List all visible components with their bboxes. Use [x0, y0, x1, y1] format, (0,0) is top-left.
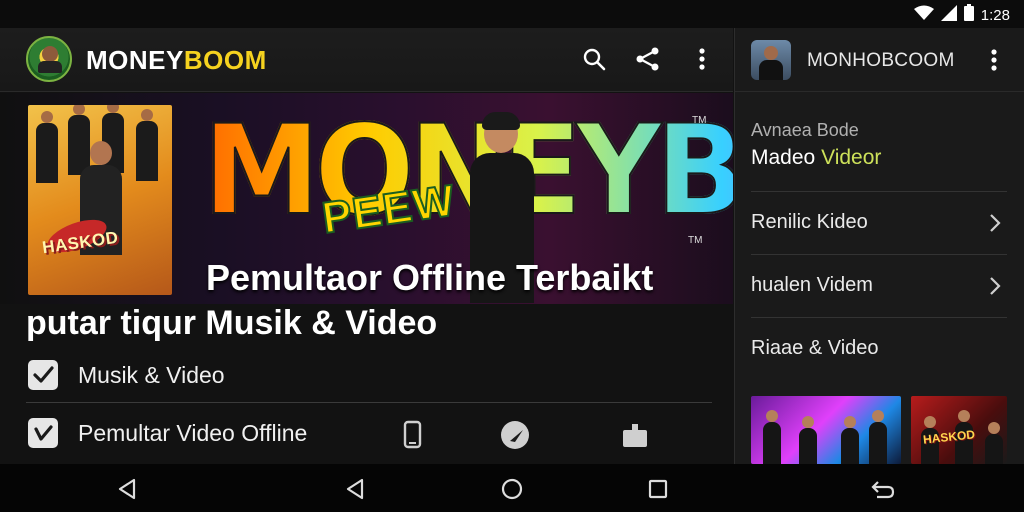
trademark-mark: TM [688, 235, 703, 246]
share-icon [636, 47, 659, 71]
feature-label: Musik & Video [78, 362, 225, 388]
app-bar: MONEYBOOM [0, 28, 733, 92]
chevron-right-icon [990, 277, 1001, 295]
video-thumbnail[interactable] [751, 396, 901, 464]
download-icon[interactable] [618, 418, 652, 452]
feature-label: Pemultar Video Offline [78, 420, 308, 446]
avatar[interactable] [751, 40, 791, 80]
side-panel-subtitle: Avnaea Bode [751, 120, 859, 140]
recents-square-icon [648, 479, 668, 499]
share-button[interactable] [631, 42, 665, 76]
divider [751, 191, 1007, 192]
side-menu-item-3[interactable]: Riaae & Video [735, 319, 1024, 379]
trademark-mark: TM [692, 115, 707, 126]
headline-line2: putar tiqur Musik & Video [26, 304, 438, 342]
side-panel-title: MONHOBCOOM [807, 50, 955, 71]
divider [751, 254, 1007, 255]
battery-icon [963, 4, 974, 26]
checkmark-icon [28, 360, 58, 390]
back-button[interactable] [112, 474, 142, 504]
app-title-part2: BOOM [183, 45, 267, 75]
side-menu-item-1[interactable]: Renilic Kideo [735, 193, 1024, 253]
divider [751, 317, 1007, 318]
side-heading-part2: Videor [821, 146, 882, 169]
status-time: 1:28 [980, 6, 1010, 24]
back-button-secondary[interactable] [340, 474, 370, 504]
return-arrow-icon [871, 481, 895, 499]
feature-item-music-video[interactable]: Musik & Video [26, 348, 712, 400]
side-menu-label: Renilic Kideo [751, 211, 868, 233]
app-logo [26, 36, 72, 82]
home-button[interactable] [497, 474, 527, 504]
chevron-right-icon [990, 214, 1001, 232]
navigation-bar [0, 464, 1024, 512]
side-heading-part1: Madeo [751, 146, 816, 169]
side-panel-heading: Madeo Videor [751, 146, 881, 170]
app-title: MONEYBOOM [86, 45, 267, 76]
video-thumbnail[interactable]: HASKOD [911, 396, 1007, 464]
status-bar: 1:28 [0, 0, 1024, 28]
back-triangle-icon [118, 478, 136, 500]
play-circle-icon[interactable] [498, 418, 532, 452]
side-menu-label: hualen Videm [751, 274, 873, 296]
headline-line1: Pemultaor Offline Terbaikt [206, 257, 654, 298]
home-circle-icon [501, 478, 523, 500]
divider [26, 402, 712, 403]
phone-icon[interactable] [396, 418, 430, 452]
album-poster[interactable]: HASKOD [28, 105, 172, 295]
side-menu-label: Riaae & Video [751, 337, 879, 359]
recents-button[interactable] [643, 474, 673, 504]
app-title-part1: MONEY [86, 45, 184, 75]
more-vert-icon [991, 49, 997, 71]
side-panel: MONHOBCOOM Avnaea Bode Madeo Videor Reni… [734, 28, 1024, 464]
more-options-button[interactable] [685, 42, 719, 76]
side-more-options-button[interactable] [977, 43, 1011, 77]
checkmark-icon [28, 418, 58, 448]
back-triangle-icon [346, 478, 364, 500]
wifi-icon [913, 5, 934, 26]
return-button[interactable] [868, 474, 898, 504]
signal-icon [940, 4, 957, 26]
more-vert-icon [699, 48, 705, 70]
side-panel-header: MONHOBCOOM [735, 28, 1024, 92]
search-button[interactable] [577, 42, 611, 76]
search-icon [583, 48, 606, 71]
side-menu-item-2[interactable]: hualen Videm [735, 256, 1024, 316]
